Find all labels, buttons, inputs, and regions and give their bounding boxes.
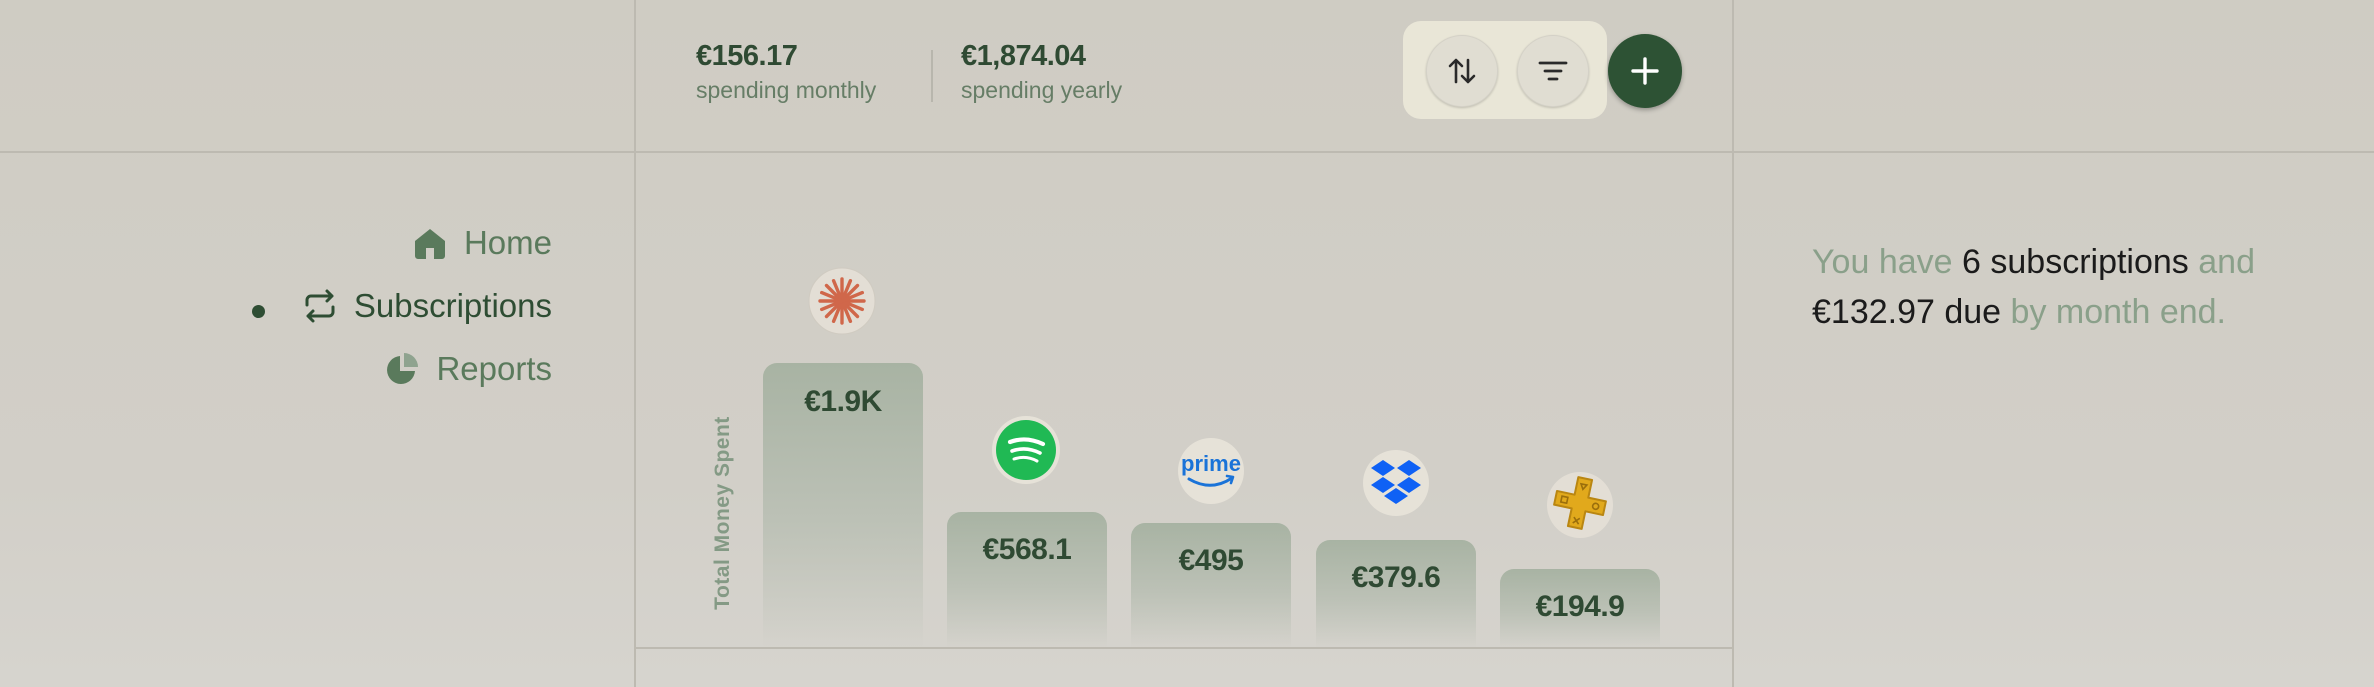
bar-prime[interactable]	[1131, 523, 1291, 648]
stat-separator	[931, 50, 933, 102]
nav-label-subscriptions: Subscriptions	[353, 287, 552, 324]
filter-button[interactable]	[1517, 35, 1589, 107]
summary-text-3: by month end.	[2010, 293, 2227, 331]
home-icon	[414, 229, 445, 259]
left-divider	[634, 0, 636, 687]
monthly-value: €156.17	[696, 40, 798, 72]
bar-value-label: €1.9K	[804, 385, 882, 418]
monthly-stat: €156.17 spending monthly	[696, 40, 876, 104]
nav-label-reports: Reports	[436, 350, 552, 387]
bar-value-label: €194.9	[1535, 590, 1625, 623]
repeat-icon	[305, 289, 335, 323]
bar-value-label: €495	[1178, 544, 1244, 577]
sort-arrows-icon	[1448, 58, 1476, 84]
main-header-divider	[634, 151, 1732, 153]
summary-text-2: and	[2198, 243, 2255, 281]
nav-item-subscriptions[interactable]: Subscriptions	[302, 287, 552, 325]
sidebar-header-divider	[0, 151, 634, 153]
right-divider	[1732, 0, 1734, 687]
sort-button[interactable]	[1426, 35, 1498, 107]
prime-logo-text: prime	[1181, 451, 1241, 476]
chart-y-axis-label: Total Money Spent	[711, 416, 734, 610]
summary-text-1: You have	[1812, 243, 1953, 281]
add-subscription-button[interactable]	[1608, 34, 1682, 108]
prime-icon: prime	[1178, 438, 1244, 504]
yearly-value: €1,874.04	[961, 40, 1086, 72]
summary-count: 6 subscriptions	[1962, 243, 2189, 281]
panel-header-divider	[1732, 151, 2374, 153]
yearly-label: spending yearly	[961, 77, 1123, 103]
nav-label-home: Home	[463, 224, 552, 261]
plus-icon	[1631, 57, 1659, 85]
yearly-stat: €1,874.04 spending yearly	[961, 40, 1122, 104]
spotify-icon	[992, 416, 1060, 484]
summary-amount: €132.97 due	[1812, 293, 2002, 331]
active-indicator	[252, 305, 265, 318]
bar-value-label: €379.6	[1351, 561, 1441, 594]
playstation-plus-icon	[1547, 472, 1613, 538]
subscription-summary: You have 6 subscriptions and €132.97 due…	[1812, 237, 2332, 337]
filter-lines-icon	[1538, 61, 1568, 81]
nav-item-reports[interactable]: Reports	[384, 350, 552, 388]
bar-value-label: €568.1	[982, 533, 1072, 566]
monthly-label: spending monthly	[696, 77, 877, 103]
claude-icon	[808, 267, 876, 335]
pie-chart-icon	[387, 353, 419, 384]
dropbox-icon	[1363, 450, 1429, 516]
nav-item-home[interactable]: Home	[412, 224, 552, 262]
